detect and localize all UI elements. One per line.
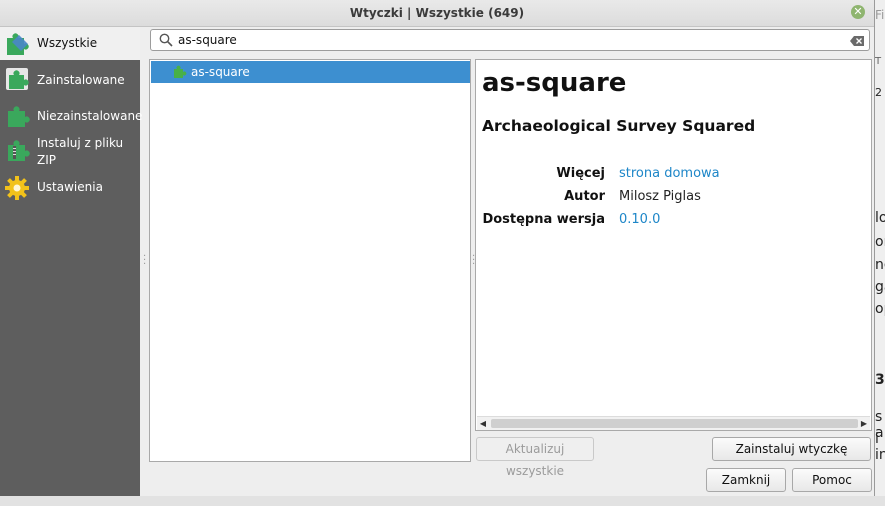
puzzle-not-installed-icon [4,103,30,129]
sidebar-item-label: Instaluj z pliku ZIP [37,136,124,167]
help-button[interactable]: Pomoc [792,468,872,492]
sidebar-item-label: Wszystkie [37,36,98,50]
search-input[interactable] [178,32,838,48]
puzzle-icon [173,65,187,79]
window-title: Wtyczki | Wszystkie (649) [349,6,525,20]
plugins-dialog: Wtyczki | Wszystkie (649) ✕ Wszystkie Za… [0,0,875,496]
scrollbar-thumb[interactable] [491,419,858,428]
author-value: Milosz Piglas [619,189,701,204]
install-plugin-button[interactable]: Zainstaluj wtyczkę [712,437,871,461]
clear-search-icon[interactable] [850,35,864,46]
sidebar-item-not-installed[interactable]: Niezainstalowane [0,101,143,131]
title-bar: Wtyczki | Wszystkie (649) ✕ [0,0,874,27]
plugin-details: as-square Archaeological Survey Squared … [475,59,872,431]
puzzle-all-icon [4,30,30,56]
splitter-handle[interactable]: · · · [143,252,146,270]
zip-install-icon [4,137,30,163]
list-item-label: as-square [191,65,250,79]
puzzle-installed-icon [4,66,30,92]
plugin-subtitle: Archaeological Survey Squared [482,117,756,135]
version-value: 0.10.0 [619,212,661,227]
sidebar-item-installed[interactable]: Zainstalowane [0,64,140,94]
scroll-left-icon[interactable]: ◀ [477,418,489,429]
plugin-name: as-square [482,68,627,98]
plugin-list: as-square [149,59,471,462]
sidebar-item-label: Ustawienia [37,180,103,194]
search-box [150,29,870,51]
upgrade-all-button[interactable]: Aktualizuj wszystkie [476,437,594,478]
meta-label: Dostępna wersja [482,212,605,227]
sidebar-item-install-zip[interactable]: Instaluj z pliku ZIP [0,133,140,171]
homepage-link[interactable]: strona domowa [619,166,720,181]
list-item[interactable]: as-square [151,61,470,83]
background-window-bottom [0,496,885,506]
meta-label: Więcej [556,166,605,181]
meta-label: Autor [564,189,605,204]
sidebar-item-label: Zainstalowane [37,73,125,87]
close-icon[interactable]: ✕ [851,5,865,19]
sidebar: Wszystkie Zainstalowane Niezainstalowane… [0,27,143,496]
search-icon [159,33,173,47]
gear-icon [4,175,30,201]
close-button[interactable]: Zamknij [706,468,786,492]
scroll-right-icon[interactable]: ▶ [858,418,870,429]
sidebar-item-settings[interactable]: Ustawienia [0,175,140,205]
horizontal-scrollbar[interactable]: ◀ ▶ [477,416,870,430]
sidebar-item-label: Niezainstalowane [37,109,143,123]
background-window-edge: Fi T 2 lo on nc ga op 3. s a i in [875,0,885,506]
sidebar-item-all[interactable]: Wszystkie [0,27,140,60]
